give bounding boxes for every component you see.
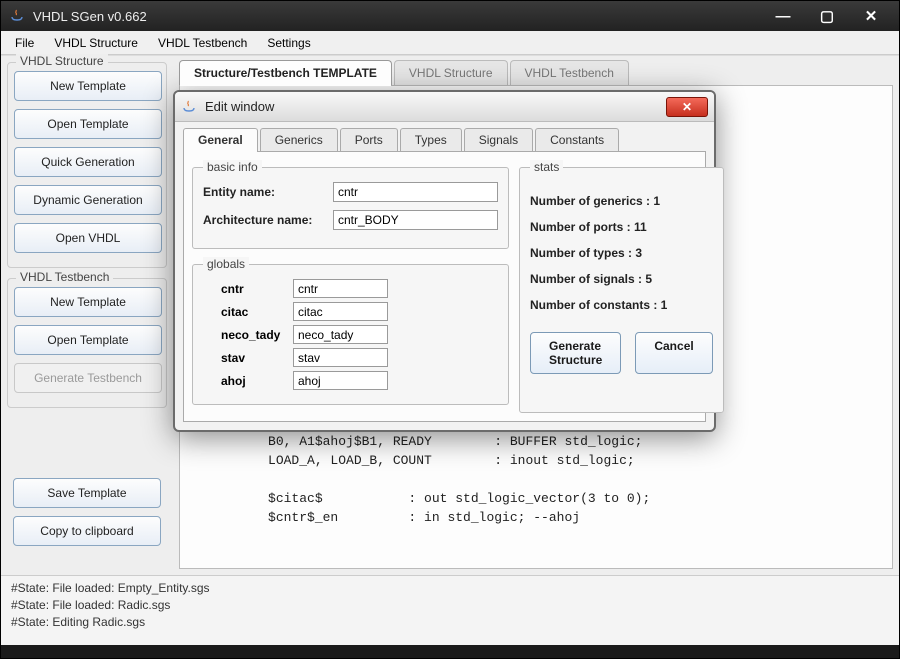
minimize-button[interactable]: — xyxy=(763,6,803,26)
sidebar-group-structure-title: VHDL Structure xyxy=(16,54,108,68)
status-line: #State: Editing Radic.sgs xyxy=(11,614,889,631)
global-label: cntr xyxy=(203,282,293,296)
global-input-citac[interactable] xyxy=(293,302,388,321)
menu-file[interactable]: File xyxy=(7,32,42,54)
maximize-button[interactable]: ▢ xyxy=(807,6,847,26)
status-log: #State: File loaded: Empty_Entity.sgs #S… xyxy=(1,575,899,645)
globals-legend: globals xyxy=(203,257,249,271)
stat-ports: Number of ports : 11 xyxy=(530,220,713,234)
tab-ports[interactable]: Ports xyxy=(340,128,398,151)
basic-info-box: basic info Entity name: Architecture nam… xyxy=(192,160,509,249)
status-line: #State: File loaded: Radic.sgs xyxy=(11,597,889,614)
tab-template[interactable]: Structure/Testbench TEMPLATE xyxy=(179,60,392,85)
globals-box: globals cntr citac neco_tady stav ahoj xyxy=(192,257,509,405)
tab-signals[interactable]: Signals xyxy=(464,128,533,151)
btn-testbench-new-template[interactable]: New Template xyxy=(14,287,162,317)
global-label: citac xyxy=(203,305,293,319)
sidebar-group-structure: VHDL Structure New Template Open Templat… xyxy=(7,62,167,268)
btn-structure-new-template[interactable]: New Template xyxy=(14,71,162,101)
btn-structure-quick-generation[interactable]: Quick Generation xyxy=(14,147,162,177)
btn-structure-dynamic-generation[interactable]: Dynamic Generation xyxy=(14,185,162,215)
edit-window-dialog: Edit window ✕ General Generics Ports Typ… xyxy=(173,90,716,432)
menu-bar: File VHDL Structure VHDL Testbench Setti… xyxy=(1,31,899,55)
sidebar: VHDL Structure New Template Open Templat… xyxy=(1,56,173,575)
tab-vhdl-structure[interactable]: VHDL Structure xyxy=(394,60,508,85)
tab-types[interactable]: Types xyxy=(400,128,462,151)
btn-structure-open-template[interactable]: Open Template xyxy=(14,109,162,139)
close-icon: ✕ xyxy=(682,100,692,114)
tab-generics[interactable]: Generics xyxy=(260,128,338,151)
edit-window-title: Edit window xyxy=(205,99,666,114)
btn-copy-to-clipboard[interactable]: Copy to clipboard xyxy=(13,516,161,546)
java-icon xyxy=(9,8,25,24)
tab-vhdl-testbench[interactable]: VHDL Testbench xyxy=(510,60,629,85)
tab-constants[interactable]: Constants xyxy=(535,128,619,151)
architecture-name-input[interactable] xyxy=(333,210,498,230)
entity-name-label: Entity name: xyxy=(203,185,333,199)
edit-window-tabs: General Generics Ports Types Signals Con… xyxy=(183,128,706,151)
global-label: ahoj xyxy=(203,374,293,388)
menu-vhdl-structure[interactable]: VHDL Structure xyxy=(46,32,146,54)
global-input-cntr[interactable] xyxy=(293,279,388,298)
cancel-button[interactable]: Cancel xyxy=(635,332,712,374)
edit-window-titlebar[interactable]: Edit window ✕ xyxy=(175,92,714,122)
main-tabs: Structure/Testbench TEMPLATE VHDL Struct… xyxy=(173,60,899,85)
stat-generics: Number of generics : 1 xyxy=(530,194,713,208)
menu-vhdl-testbench[interactable]: VHDL Testbench xyxy=(150,32,255,54)
btn-testbench-generate: Generate Testbench xyxy=(14,363,162,393)
btn-save-template[interactable]: Save Template xyxy=(13,478,161,508)
sidebar-group-testbench: VHDL Testbench New Template Open Templat… xyxy=(7,278,167,408)
global-label: stav xyxy=(203,351,293,365)
architecture-name-label: Architecture name: xyxy=(203,213,333,227)
generate-structure-button[interactable]: Generate Structure xyxy=(530,332,621,374)
btn-structure-open-vhdl[interactable]: Open VHDL xyxy=(14,223,162,253)
window-title: VHDL SGen v0.662 xyxy=(33,9,763,24)
global-label: neco_tady xyxy=(203,328,293,342)
btn-testbench-open-template[interactable]: Open Template xyxy=(14,325,162,355)
global-input-stav[interactable] xyxy=(293,348,388,367)
basic-info-legend: basic info xyxy=(203,160,262,174)
java-icon xyxy=(181,99,197,115)
status-line: #State: File loaded: Empty_Entity.sgs xyxy=(11,580,889,597)
tab-general[interactable]: General xyxy=(183,128,258,151)
os-titlebar: VHDL SGen v0.662 — ▢ ✕ xyxy=(1,1,899,31)
close-button[interactable]: ✕ xyxy=(851,6,891,26)
stat-signals: Number of signals : 5 xyxy=(530,272,713,286)
stats-legend: stats xyxy=(530,160,563,174)
entity-name-input[interactable] xyxy=(333,182,498,202)
global-input-ahoj[interactable] xyxy=(293,371,388,390)
global-input-neco-tady[interactable] xyxy=(293,325,388,344)
stat-types: Number of types : 3 xyxy=(530,246,713,260)
menu-settings[interactable]: Settings xyxy=(259,32,318,54)
stats-box: stats Number of generics : 1 Number of p… xyxy=(519,160,724,413)
edit-window-close-button[interactable]: ✕ xyxy=(666,97,708,117)
stat-constants: Number of constants : 1 xyxy=(530,298,713,312)
sidebar-group-testbench-title: VHDL Testbench xyxy=(16,270,113,284)
